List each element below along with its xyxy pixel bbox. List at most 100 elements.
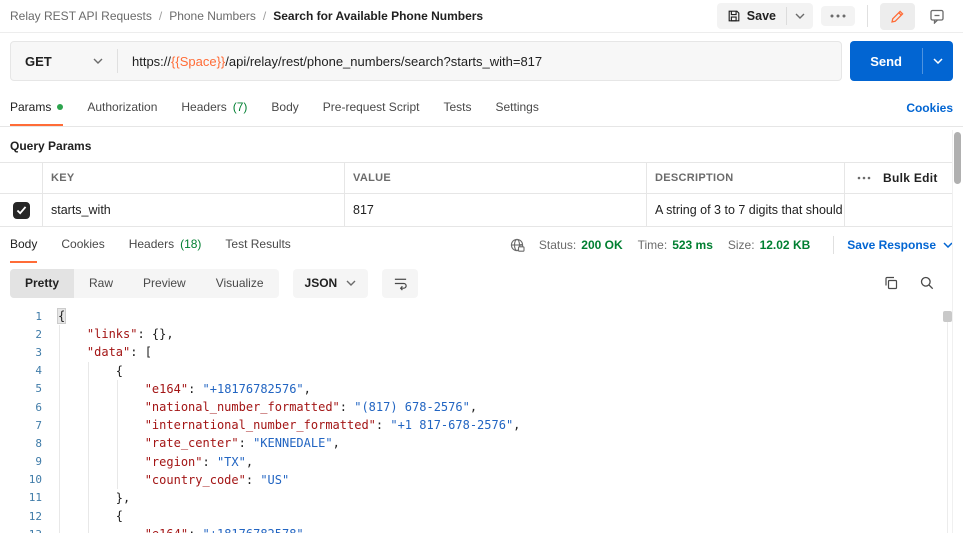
response-tab-headers[interactable]: Headers (18) bbox=[129, 227, 202, 263]
view-raw-label: Raw bbox=[89, 276, 113, 290]
code-line: 8 "rate_center": "KENNEDALE", bbox=[0, 434, 963, 452]
save-response-button[interactable]: Save Response bbox=[847, 238, 953, 252]
indent-guide bbox=[59, 325, 60, 533]
url-group: GET https://{{Space}}/api/relay/rest/pho… bbox=[10, 41, 842, 81]
params-more-options-button[interactable] bbox=[857, 176, 871, 180]
time-label: Time: bbox=[638, 238, 668, 252]
wrap-lines-button[interactable] bbox=[382, 269, 418, 298]
response-scrollbar-track[interactable] bbox=[947, 322, 948, 533]
header-checkbox-cell bbox=[0, 163, 43, 193]
code-line: 6 "national_number_formatted": "(817) 67… bbox=[0, 398, 963, 416]
more-actions-button[interactable] bbox=[821, 6, 855, 26]
line-content: { bbox=[58, 309, 65, 323]
bulk-edit-button[interactable]: Bulk Edit bbox=[883, 171, 938, 185]
tab-body-label: Body bbox=[271, 100, 298, 114]
save-options-button[interactable] bbox=[787, 7, 813, 25]
response-tab-cookies-label: Cookies bbox=[61, 237, 104, 251]
tab-settings[interactable]: Settings bbox=[496, 89, 539, 126]
tab-params[interactable]: Params bbox=[10, 89, 63, 126]
divider bbox=[833, 236, 834, 254]
line-content: "country_code": "US" bbox=[58, 473, 289, 487]
three-dots-icon bbox=[830, 14, 846, 18]
tab-authorization[interactable]: Authorization bbox=[87, 89, 157, 126]
response-tab-test-results[interactable]: Test Results bbox=[225, 227, 290, 263]
column-header-value: VALUE bbox=[345, 163, 647, 193]
globe-lock-icon[interactable] bbox=[509, 237, 526, 254]
url-prefix: https:// bbox=[132, 54, 171, 69]
breadcrumb-separator: / bbox=[159, 9, 162, 23]
tab-tests[interactable]: Tests bbox=[443, 89, 471, 126]
code-line: 2 "links": {}, bbox=[0, 325, 963, 343]
view-mode-switch: Pretty Raw Preview Visualize bbox=[10, 269, 279, 298]
response-tab-test-results-label: Test Results bbox=[225, 237, 290, 251]
column-header-description: DESCRIPTION bbox=[647, 163, 845, 193]
tab-settings-label: Settings bbox=[496, 100, 539, 114]
top-header: Relay REST API Requests / Phone Numbers … bbox=[0, 0, 963, 33]
view-visualize-label: Visualize bbox=[216, 276, 264, 290]
breadcrumb-request-name[interactable]: Search for Available Phone Numbers bbox=[273, 9, 483, 23]
edit-button[interactable] bbox=[880, 3, 915, 30]
tab-body[interactable]: Body bbox=[271, 89, 298, 126]
chevron-down-icon bbox=[795, 13, 805, 19]
send-button-label: Send bbox=[870, 54, 902, 69]
response-body-editor[interactable]: 1{2 "links": {}, 3 "data": [4 {5 "e164": … bbox=[0, 303, 963, 533]
view-raw[interactable]: Raw bbox=[74, 269, 128, 298]
line-number: 3 bbox=[0, 346, 58, 359]
comment-button[interactable] bbox=[921, 2, 953, 30]
query-params-title: Query Params bbox=[0, 127, 963, 162]
view-pretty[interactable]: Pretty bbox=[10, 269, 74, 298]
line-content: "data": [ bbox=[58, 345, 152, 359]
line-content: "links": {}, bbox=[58, 327, 174, 341]
send-options-button[interactable] bbox=[923, 41, 953, 81]
param-value-cell[interactable]: 817 bbox=[345, 194, 647, 226]
response-scrollbar-thumb[interactable] bbox=[943, 311, 952, 322]
line-content: "national_number_formatted": "(817) 678-… bbox=[58, 400, 477, 414]
line-content: "e164": "+18176782576", bbox=[58, 382, 311, 396]
save-button[interactable]: Save bbox=[717, 3, 786, 29]
code-line: 12 { bbox=[0, 507, 963, 525]
response-tab-headers-label: Headers bbox=[129, 237, 174, 251]
code-line: 5 "e164": "+18176782576", bbox=[0, 380, 963, 398]
status-label: Status: bbox=[539, 238, 576, 252]
view-visualize[interactable]: Visualize bbox=[201, 269, 279, 298]
view-preview-label: Preview bbox=[143, 276, 186, 290]
response-tab-body[interactable]: Body bbox=[10, 227, 37, 263]
column-header-key: KEY bbox=[43, 163, 345, 193]
tab-headers[interactable]: Headers (7) bbox=[181, 89, 247, 126]
send-button[interactable]: Send bbox=[850, 41, 922, 81]
line-content: { bbox=[58, 509, 123, 523]
code-line: 13 "e164": "+18176782578", bbox=[0, 525, 963, 533]
breadcrumb: Relay REST API Requests / Phone Numbers … bbox=[10, 9, 483, 23]
line-number: 13 bbox=[0, 528, 58, 533]
code-line: 1{ bbox=[0, 307, 963, 325]
main-scrollbar-track[interactable] bbox=[952, 130, 963, 533]
request-tabs: Params Authorization Headers (7) Body Pr… bbox=[0, 89, 963, 127]
breadcrumb-collection[interactable]: Relay REST API Requests bbox=[10, 9, 152, 23]
code-line: 9 "region": "TX", bbox=[0, 453, 963, 471]
main-scrollbar-thumb[interactable] bbox=[954, 132, 961, 184]
param-key-cell[interactable]: starts_with bbox=[43, 194, 345, 226]
query-param-row: starts_with 817 A string of 3 to 7 digit… bbox=[0, 194, 952, 227]
query-params-table: KEY VALUE DESCRIPTION Bulk Edit starts_w… bbox=[0, 162, 952, 227]
response-tab-cookies[interactable]: Cookies bbox=[61, 227, 104, 263]
search-response-button[interactable] bbox=[919, 275, 935, 291]
url-suffix: /api/relay/rest/phone_numbers/search?sta… bbox=[225, 54, 542, 69]
cookies-link[interactable]: Cookies bbox=[906, 89, 953, 126]
url-input[interactable]: https://{{Space}}/api/relay/rest/phone_n… bbox=[118, 54, 841, 69]
code-line: 7 "international_number_formatted": "+1 … bbox=[0, 416, 963, 434]
breadcrumb-separator: / bbox=[263, 9, 266, 23]
tab-pre-request-script[interactable]: Pre-request Script bbox=[323, 89, 420, 126]
view-preview[interactable]: Preview bbox=[128, 269, 201, 298]
line-number: 4 bbox=[0, 364, 58, 377]
breadcrumb-folder[interactable]: Phone Numbers bbox=[169, 9, 256, 23]
method-selector[interactable]: GET bbox=[11, 54, 117, 69]
query-params-header-row: KEY VALUE DESCRIPTION Bulk Edit bbox=[0, 163, 952, 194]
pencil-icon bbox=[890, 9, 905, 24]
param-description-cell[interactable]: A string of 3 to 7 digits that should be… bbox=[647, 194, 845, 226]
line-number: 9 bbox=[0, 455, 58, 468]
copy-response-button[interactable] bbox=[883, 275, 899, 291]
format-selector[interactable]: JSON bbox=[293, 269, 369, 298]
url-variable: {{Space}} bbox=[171, 54, 225, 69]
line-content: "e164": "+18176782578", bbox=[58, 527, 311, 533]
param-checkbox[interactable] bbox=[13, 202, 30, 219]
